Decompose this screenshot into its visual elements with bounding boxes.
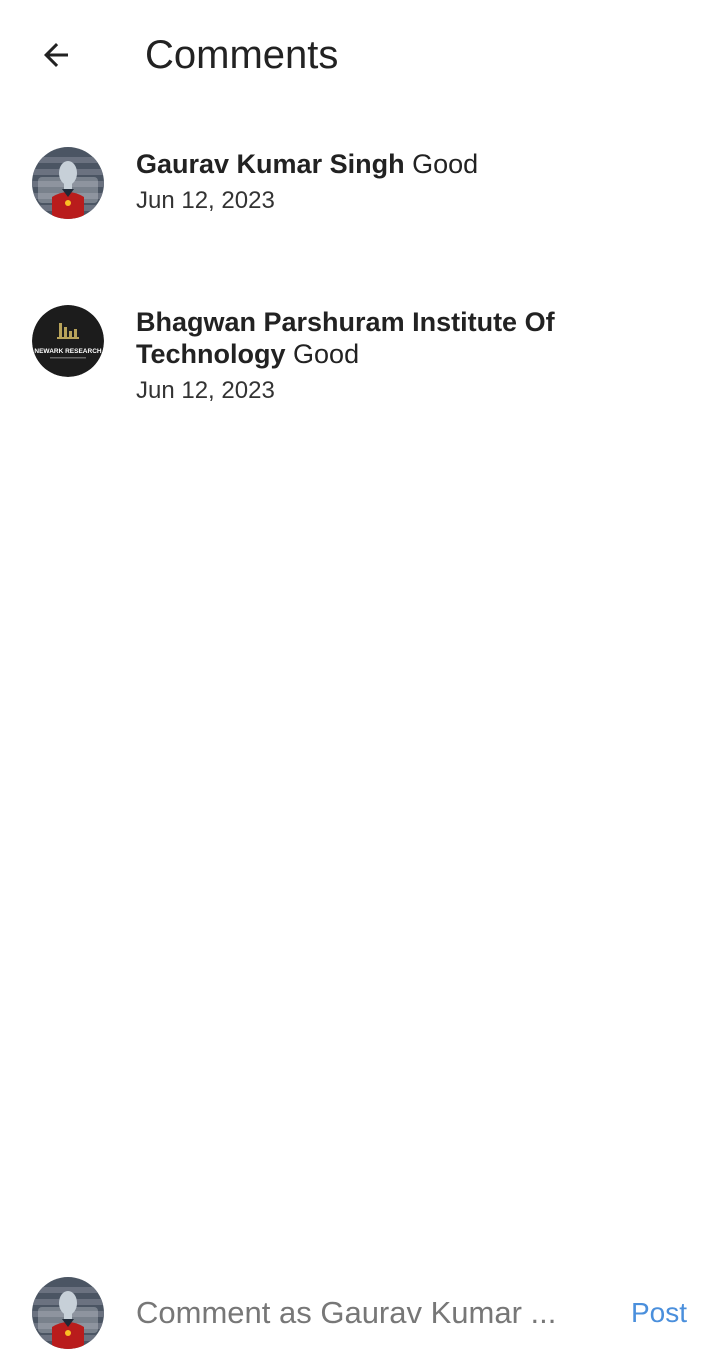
comment-list: Gaurav Kumar Singh Good Jun 12, 2023 NEW… xyxy=(0,130,719,404)
comment-item: NEWARK RESEARCH Bhagwan Parshuram Instit… xyxy=(0,288,719,488)
comment-date: Jun 12, 2023 xyxy=(136,187,275,214)
app-header: Comments xyxy=(0,0,719,110)
comment-text: Gaurav Kumar Singh Good xyxy=(136,148,586,180)
svg-text:NEWARK RESEARCH: NEWARK RESEARCH xyxy=(34,348,101,355)
avatar[interactable]: NEWARK RESEARCH xyxy=(32,305,104,377)
newark-research-logo-icon: NEWARK RESEARCH xyxy=(32,305,104,377)
post-button[interactable]: Post xyxy=(631,1296,687,1330)
comment-date: Jun 12, 2023 xyxy=(136,377,275,404)
arrow-left-icon xyxy=(44,43,68,67)
comment-message: Good xyxy=(293,339,360,369)
comment-message: Good xyxy=(412,149,479,179)
comment-body: Bhagwan Parshuram Institute Of Technolog… xyxy=(136,306,586,406)
avatar[interactable] xyxy=(32,147,104,219)
comment-text: Bhagwan Parshuram Institute Of Technolog… xyxy=(136,306,586,370)
person-avatar-icon xyxy=(32,147,104,219)
comment-author[interactable]: Gaurav Kumar Singh xyxy=(136,149,405,179)
comment-input[interactable] xyxy=(136,1290,566,1336)
comment-item: Gaurav Kumar Singh Good Jun 12, 2023 xyxy=(0,130,719,290)
back-button[interactable] xyxy=(28,30,84,80)
comment-composer: Post xyxy=(0,1260,719,1367)
person-avatar-icon xyxy=(32,1277,104,1349)
comment-body: Gaurav Kumar Singh Good Jun 12, 2023 xyxy=(136,148,586,216)
page-title: Comments xyxy=(145,33,339,77)
composer-avatar xyxy=(32,1277,104,1349)
